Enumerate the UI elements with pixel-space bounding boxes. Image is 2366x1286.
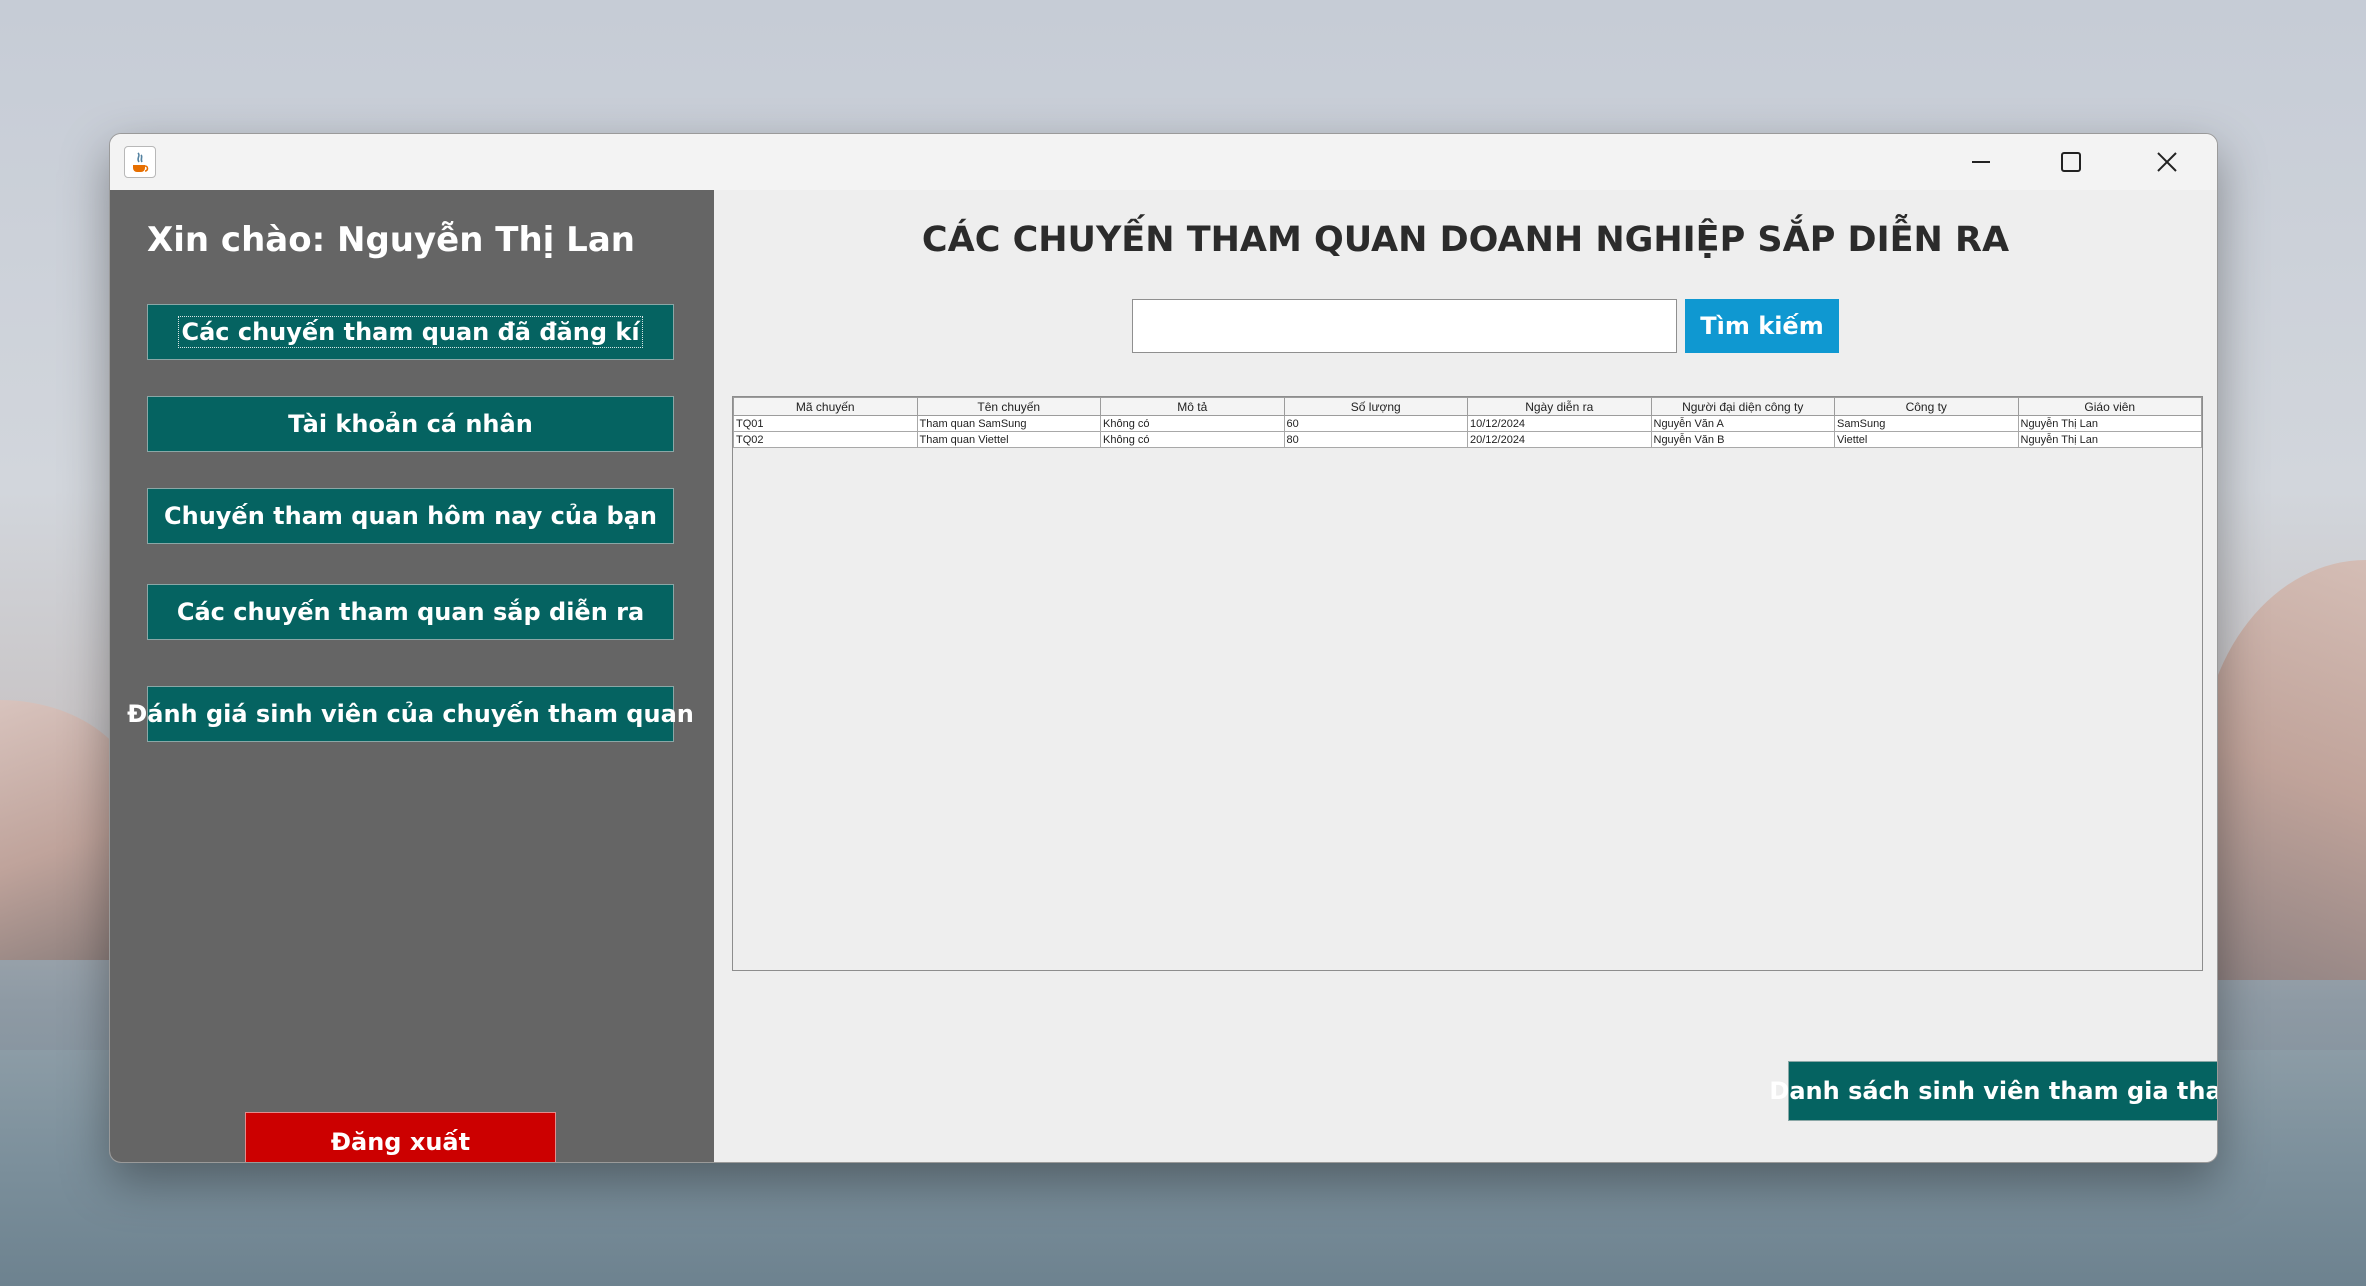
search-button[interactable]: Tìm kiếm	[1685, 299, 1839, 353]
table-cell[interactable]: Không có	[1100, 415, 1285, 432]
main-content: CÁC CHUYẾN THAM QUAN DOANH NGHIỆP SẮP DI…	[714, 190, 2217, 1162]
column-header-trip-name[interactable]: Tên chuyến	[916, 397, 1101, 416]
student-list-button[interactable]: Danh sách sinh viên tham gia tham quan	[1769, 1061, 2217, 1121]
table-row[interactable]: TQ01 Tham quan SamSung Không có 60 10/12…	[733, 415, 2202, 432]
column-header-company[interactable]: Công ty	[1834, 397, 2019, 416]
title-bar	[110, 134, 2217, 190]
table-cell[interactable]: Nguyễn Văn B	[1650, 431, 1835, 448]
search-button-label: Tìm kiếm	[1700, 312, 1824, 340]
table-cell[interactable]: Không có	[1100, 431, 1285, 448]
table-cell[interactable]: SamSung	[1834, 415, 2019, 432]
column-header-date[interactable]: Ngày diễn ra	[1467, 397, 1652, 416]
minimize-button[interactable]	[1936, 134, 2026, 190]
table-cell[interactable]: 80	[1283, 431, 1468, 448]
greeting-label: Xin chào: Nguyễn Thị Lan	[147, 220, 635, 260]
personal-account-label: Tài khoản cá nhân	[288, 410, 533, 438]
upcoming-tours-button[interactable]: Các chuyến tham quan sắp diễn ra	[147, 584, 674, 640]
wallpaper-dune-right	[2200, 560, 2366, 980]
personal-account-button[interactable]: Tài khoản cá nhân	[147, 396, 674, 452]
search-input[interactable]	[1132, 299, 1677, 353]
table-row[interactable]: TQ02 Tham quan Viettel Không có 80 20/12…	[733, 431, 2202, 448]
table-cell[interactable]: 20/12/2024	[1467, 431, 1652, 448]
tours-table: Mã chuyến Tên chuyến Mô tả Số lượng Ngày…	[733, 397, 2202, 448]
tours-table-scrollpane[interactable]: Mã chuyến Tên chuyến Mô tả Số lượng Ngày…	[732, 396, 2203, 971]
table-cell[interactable]: Tham quan SamSung	[916, 415, 1101, 432]
minimize-icon	[1972, 161, 1990, 163]
logout-label: Đăng xuất	[330, 1127, 471, 1156]
todays-tour-button[interactable]: Chuyến tham quan hôm nay của bạn	[147, 488, 674, 544]
close-icon	[2156, 152, 2177, 172]
table-cell[interactable]: 60	[1283, 415, 1468, 432]
table-cell[interactable]: 10/12/2024	[1467, 415, 1652, 432]
student-list-label: Danh sách sinh viên tham gia tham quan	[1769, 1077, 2217, 1105]
table-cell[interactable]: Nguyễn Văn A	[1650, 415, 1835, 432]
table-header-row: Mã chuyến Tên chuyến Mô tả Số lượng Ngày…	[733, 397, 2202, 416]
table-cell[interactable]: Nguyễn Thị Lan	[2017, 431, 2202, 448]
todays-tour-label: Chuyến tham quan hôm nay của bạn	[164, 502, 657, 530]
column-header-company-representative[interactable]: Người đại diện công ty	[1650, 397, 1835, 416]
java-app-icon[interactable]	[124, 146, 156, 178]
registered-tours-button[interactable]: Các chuyến tham quan đã đăng kí	[147, 304, 674, 360]
logout-button[interactable]: Đăng xuất	[245, 1112, 556, 1162]
app-window: Xin chào: Nguyễn Thị Lan Các chuyến tham…	[109, 133, 2218, 1163]
student-evaluation-button[interactable]: Đánh giá sinh viên của chuyến tham quan	[127, 686, 694, 742]
sidebar: Xin chào: Nguyễn Thị Lan Các chuyến tham…	[110, 190, 714, 1162]
table-cell[interactable]: TQ01	[733, 415, 918, 432]
table-cell[interactable]: Viettel	[1834, 431, 2019, 448]
upcoming-tours-label: Các chuyến tham quan sắp diễn ra	[176, 598, 645, 626]
column-header-teacher[interactable]: Giáo viên	[2017, 397, 2202, 416]
student-evaluation-label: Đánh giá sinh viên của chuyến tham quan	[127, 700, 694, 728]
maximize-button[interactable]	[2026, 134, 2116, 190]
maximize-icon	[2061, 152, 2081, 172]
column-header-trip-id[interactable]: Mã chuyến	[733, 397, 918, 416]
table-cell[interactable]: Nguyễn Thị Lan	[2017, 415, 2202, 432]
table-cell[interactable]: Tham quan Viettel	[916, 431, 1101, 448]
table-cell[interactable]: TQ02	[733, 431, 918, 448]
column-header-quantity[interactable]: Số lượng	[1283, 397, 1468, 416]
close-button[interactable]	[2116, 134, 2217, 190]
registered-tours-label: Các chuyến tham quan đã đăng kí	[178, 316, 643, 348]
page-title: CÁC CHUYẾN THAM QUAN DOANH NGHIỆP SẮP DI…	[921, 220, 2010, 260]
column-header-description[interactable]: Mô tả	[1100, 397, 1285, 416]
